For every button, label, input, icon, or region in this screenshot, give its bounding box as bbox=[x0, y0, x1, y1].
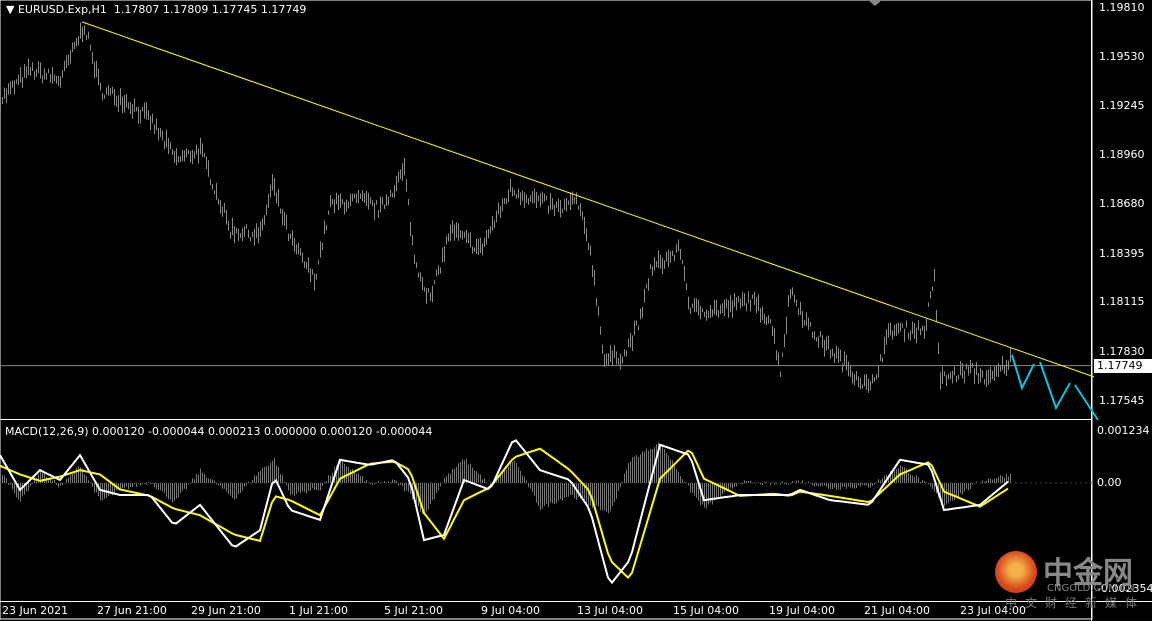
price-axis-label: 1.18680 bbox=[1099, 197, 1145, 211]
macd-signal-line bbox=[0, 447, 1009, 580]
close-value: 1.17749 bbox=[260, 3, 307, 16]
price-axis-label: 1.19810 bbox=[1099, 1, 1145, 14]
forecast-arrow bbox=[1011, 354, 1035, 391]
time-axis-label: 9 Jul 04:00 bbox=[481, 604, 540, 617]
macd-axis-max: 0.001234 bbox=[1097, 424, 1150, 437]
price-axis-label: 1.18115 bbox=[1099, 295, 1145, 309]
watermark-tagline: 中文财经新媒体 bbox=[1005, 596, 1146, 610]
low-value: 1.17745 bbox=[211, 3, 258, 16]
price-axis-label: 1.17830 bbox=[1099, 344, 1145, 358]
price-axis-label: 1.18395 bbox=[1099, 246, 1145, 260]
high-value: 1.17809 bbox=[162, 3, 209, 16]
time-axis-label: 5 Jul 21:00 bbox=[384, 604, 443, 617]
watermark-site: CNGOLD.COM.CN bbox=[1047, 583, 1135, 594]
price-axis-label: 1.18960 bbox=[1099, 148, 1145, 162]
time-axis-label: 13 Jul 04:00 bbox=[577, 604, 643, 617]
price-axis-label: 1.19530 bbox=[1099, 49, 1145, 63]
chart-legend: ▼ EURUSD.Exp,H1 1.17807 1.17809 1.17745 … bbox=[6, 3, 306, 16]
macd-main-line bbox=[0, 439, 1009, 585]
open-value: 1.17807 bbox=[113, 3, 160, 16]
price-axis-label: 1.17545 bbox=[1099, 394, 1145, 407]
forecast-arrow bbox=[1074, 384, 1099, 421]
collapse-triangle-icon[interactable]: ▼ bbox=[6, 3, 14, 16]
time-axis-label: 19 Jul 04:00 bbox=[769, 604, 835, 617]
trendline bbox=[81, 21, 1095, 378]
time-axis-label: 23 Jun 2021 bbox=[2, 604, 69, 617]
time-axis-label: 27 Jun 21:00 bbox=[97, 604, 167, 617]
price-axis-label: 1.19245 bbox=[1099, 99, 1145, 113]
watermark-logo: 中金网 CNGOLD.COM.CN 中文财经新媒体 bbox=[995, 548, 1145, 612]
price-chart[interactable] bbox=[0, 0, 1152, 621]
time-axis-label: 15 Jul 04:00 bbox=[673, 604, 739, 617]
macd-axis-zero: 0.00 bbox=[1097, 476, 1122, 489]
symbol-label: EURUSD.Exp,H1 bbox=[17, 3, 107, 16]
time-axis-label: 1 Jul 21:00 bbox=[289, 604, 348, 617]
current-price-label: 1.17749 bbox=[1094, 359, 1152, 373]
time-axis-label: 21 Jul 04:00 bbox=[864, 604, 930, 617]
forecast-arrow bbox=[1039, 361, 1071, 411]
scroll-shift-marker-icon bbox=[868, 0, 882, 6]
logo-icon bbox=[995, 551, 1037, 593]
chart-frame bbox=[0, 0, 1093, 620]
macd-legend: MACD(12,26,9) 0.000120 -0.000044 0.00021… bbox=[5, 425, 433, 438]
time-axis-label: 29 Jun 21:00 bbox=[191, 604, 261, 617]
